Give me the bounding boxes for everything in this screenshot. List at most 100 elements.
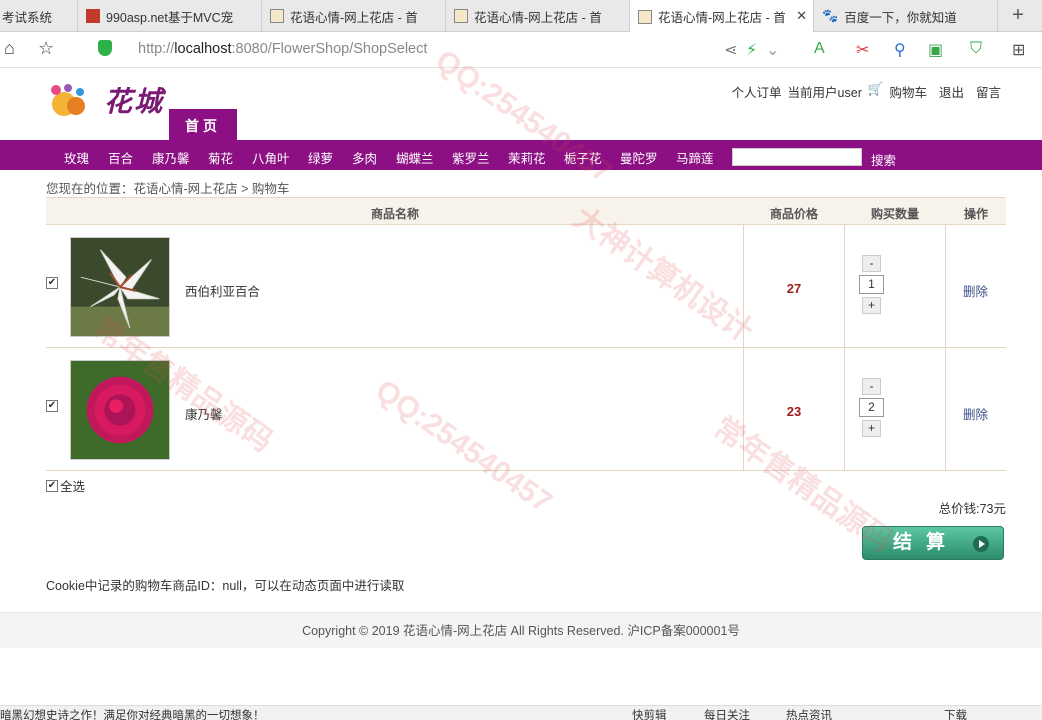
baidu-paw-icon: 🐾 — [822, 8, 839, 23]
search-input[interactable] — [732, 148, 862, 166]
status-item[interactable]: 热点资讯 — [786, 707, 832, 720]
logo-text: 花城 — [104, 85, 165, 118]
browser-tab[interactable]: 🐾 百度一下，你就知道 — [814, 0, 998, 32]
gamepad-icon[interactable]: ▣ — [928, 40, 943, 60]
top-links: 个人订单 当前用户user 🛒 购物车 退出 留言 — [732, 82, 1001, 101]
browser-tab[interactable]: 990asp.net基于MVC宠 — [78, 0, 262, 32]
translate-icon[interactable]: A — [814, 40, 825, 58]
tab-title: 考试系统 — [2, 10, 53, 25]
flower-favicon-icon — [638, 9, 652, 24]
cart-link[interactable]: 购物车 — [889, 82, 927, 101]
quantity-field[interactable]: 1 — [859, 275, 884, 294]
category-link[interactable]: 蝴蝶兰 — [396, 148, 434, 167]
play-arrow-icon — [973, 536, 989, 552]
tab-title: 花语心情-网上花店 - 首 — [290, 10, 418, 25]
bolt-icon[interactable]: ⚡ — [746, 40, 757, 60]
browser-tab-active[interactable]: 花语心情-网上花店 - 首 ✕ — [630, 0, 814, 33]
category-link[interactable]: 曼陀罗 — [620, 148, 658, 167]
url-field[interactable]: http://localhost:8080/FlowerShop/ShopSel… — [98, 41, 427, 57]
column-divider — [743, 225, 744, 348]
category-link[interactable]: 多肉 — [352, 148, 377, 167]
category-link[interactable]: 玫瑰 — [64, 148, 89, 167]
lily-image — [70, 237, 170, 337]
delete-link[interactable]: 删除 — [963, 281, 988, 300]
product-name[interactable]: 西伯利亚百合 — [185, 281, 260, 300]
category-nav: 玫瑰 百合 康乃馨 菊花 八角叶 绿萝 多肉 蝴蝶兰 紫罗兰 茉莉花 栀子花 曼… — [0, 140, 1042, 170]
home-icon[interactable]: ⌂ — [4, 38, 15, 59]
total-price: 总价钱:73元 — [938, 502, 1006, 516]
item-checkbox[interactable]: ✔ — [46, 400, 58, 412]
select-all[interactable]: ✔ 全选 — [46, 476, 85, 495]
decrease-button[interactable]: - — [862, 255, 881, 272]
product-price: 23 — [786, 404, 802, 419]
category-link[interactable]: 百合 — [108, 148, 133, 167]
checkout-button[interactable]: 结算 — [862, 526, 1004, 560]
site-footer: Copyright © 2019 花语心情-网上花店 All Rights Re… — [0, 612, 1042, 648]
cart-table-header: 商品名称 商品价格 购买数量 操作 — [46, 197, 1006, 225]
browser-tab[interactable]: 考试系统 — [0, 0, 78, 32]
site-logo[interactable]: 花城 — [46, 76, 170, 126]
message-link[interactable]: 留言 — [976, 82, 1001, 101]
quantity-field[interactable]: 2 — [859, 398, 884, 417]
decrease-button[interactable]: - — [862, 378, 881, 395]
product-price: 27 — [786, 281, 802, 296]
product-name[interactable]: 康乃馨 — [185, 404, 223, 423]
col-header-price: 商品价格 — [770, 207, 819, 221]
cart-table: 商品名称 商品价格 购买数量 操作 ✔ 西伯利亚百合 27 - 1 + 删除 ✔… — [46, 197, 1006, 471]
column-divider — [844, 348, 845, 471]
chevron-down-icon[interactable]: ⌄ — [766, 40, 779, 60]
star-icon[interactable]: ☆ — [38, 38, 54, 59]
scissors-icon[interactable]: ✂ — [856, 40, 869, 60]
col-header-op: 操作 — [964, 207, 989, 221]
shield-icon[interactable]: ⛉ — [970, 40, 982, 58]
cookie-note: Cookie中记录的购物车商品ID：null，可以在动态页面中进行读取 — [46, 579, 405, 593]
quantity-stepper: - 1 + — [859, 255, 884, 314]
category-link[interactable]: 八角叶 — [252, 148, 290, 167]
url-prefix: http:// — [138, 41, 175, 57]
nav-home-tab[interactable]: 首页 — [169, 109, 237, 140]
copyright-text: Copyright © 2019 花语心情-网上花店 All Rights Re… — [302, 624, 740, 638]
status-item[interactable]: 下载 — [944, 707, 967, 720]
share-icon[interactable]: ⋖ — [724, 40, 737, 60]
category-link[interactable]: 绿萝 — [308, 148, 333, 167]
search-button[interactable]: 搜索 — [871, 150, 896, 169]
status-item[interactable]: 快剪辑 — [632, 707, 667, 720]
column-divider — [844, 225, 845, 348]
col-header-name: 商品名称 — [371, 207, 420, 221]
search-icon[interactable]: ⚲ — [894, 40, 906, 60]
delete-link[interactable]: 删除 — [963, 404, 988, 423]
status-ad-text[interactable]: 暗黑幻想史诗之作！满足你对经典暗黑的一切想象！ — [0, 707, 265, 720]
url-path: :8080/FlowerShop/ShopSelect — [231, 41, 428, 57]
col-header-qty: 购买数量 — [871, 207, 920, 221]
flower-favicon-icon — [454, 9, 468, 23]
tab-title: 花语心情-网上花店 - 首 — [474, 10, 602, 25]
breadcrumb: 您现在的位置：花语心情-网上花店 > 购物车 — [46, 182, 290, 196]
select-all-checkbox[interactable]: ✔ — [46, 479, 58, 492]
site-header: 花城 首页 个人订单 当前用户user 🛒 购物车 退出 留言 — [0, 68, 1042, 140]
status-item[interactable]: 每日关注 — [704, 707, 750, 720]
column-divider — [743, 348, 744, 471]
close-tab-icon[interactable]: ✕ — [796, 8, 807, 24]
browser-tab[interactable]: 花语心情-网上花店 - 首 — [446, 0, 630, 32]
increase-button[interactable]: + — [862, 297, 881, 314]
cart-icon: 🛒 — [867, 82, 884, 96]
logout-link[interactable]: 退出 — [939, 82, 964, 101]
tab-title: 花语心情-网上花店 - 首 — [658, 11, 786, 25]
category-link[interactable]: 菊花 — [208, 148, 233, 167]
browser-tab[interactable]: 花语心情-网上花店 - 首 — [262, 0, 446, 32]
url-host: localhost — [174, 41, 232, 57]
category-link[interactable]: 康乃馨 — [152, 148, 190, 167]
category-link[interactable]: 紫罗兰 — [452, 148, 490, 167]
category-link[interactable]: 马蹄莲 — [676, 148, 714, 167]
tab-title: 百度一下，你就知道 — [844, 10, 957, 25]
item-checkbox[interactable]: ✔ — [46, 277, 58, 289]
increase-button[interactable]: + — [862, 420, 881, 437]
category-link[interactable]: 茉莉花 — [508, 148, 546, 167]
browser-status-bar: 暗黑幻想史诗之作！满足你对经典暗黑的一切想象！ 快剪辑 每日关注 热点资讯 下载 — [0, 705, 1042, 720]
my-orders-link[interactable]: 个人订单 — [732, 82, 782, 101]
apps-grid-icon[interactable]: ⊞ — [1012, 40, 1025, 60]
new-tab-button[interactable]: + — [1004, 2, 1032, 30]
address-bar: ⌂ ☆ http://localhost:8080/FlowerShop/Sho… — [0, 32, 1042, 68]
category-link[interactable]: 栀子花 — [564, 148, 602, 167]
site-favicon-icon — [86, 9, 100, 23]
